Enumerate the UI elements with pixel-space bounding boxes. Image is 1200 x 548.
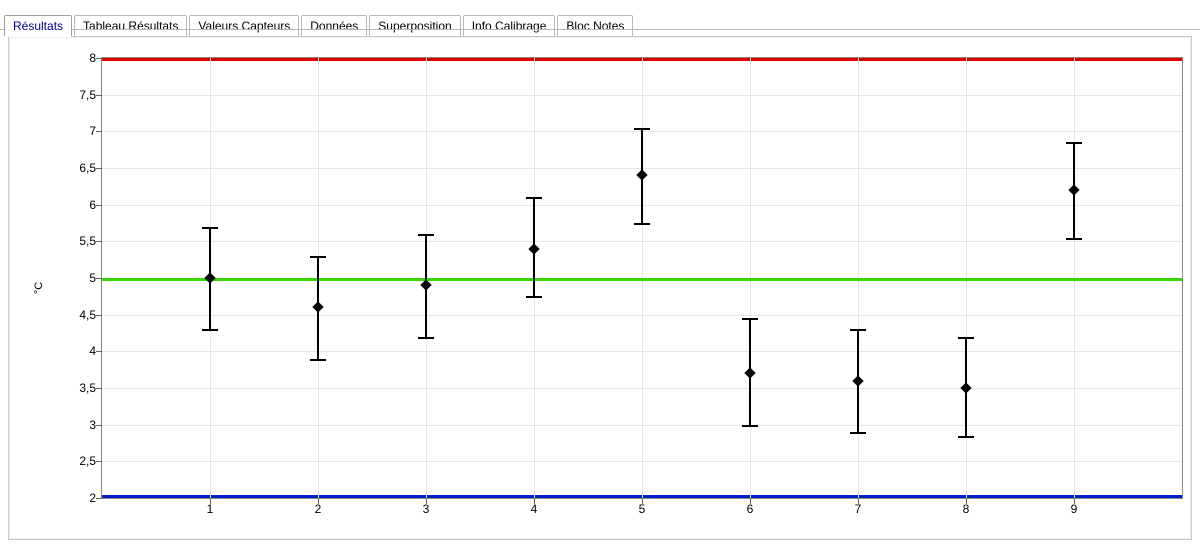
y-tick-label: 4,5 bbox=[79, 308, 102, 322]
y-tick-label: 2 bbox=[89, 491, 102, 505]
tab-tableau-résultats[interactable]: Tableau Résultats bbox=[74, 15, 187, 36]
tab-label: Superposition bbox=[378, 19, 451, 33]
y-tick-label: 5 bbox=[89, 271, 102, 285]
error-bar-cap-top bbox=[418, 234, 434, 236]
error-bar-cap-top bbox=[634, 128, 650, 130]
tab-label: Bloc Notes bbox=[566, 19, 624, 33]
point-marker bbox=[1068, 184, 1079, 195]
chart-panel: °C 22,533,544,555,566,577,58123456789 bbox=[8, 36, 1192, 540]
point-marker bbox=[420, 280, 431, 291]
data-point bbox=[318, 58, 319, 498]
tab-label: Données bbox=[310, 19, 358, 33]
error-bar-cap-bottom bbox=[418, 337, 434, 339]
data-point bbox=[534, 58, 535, 498]
data-point bbox=[210, 58, 211, 498]
error-bar-cap-bottom bbox=[526, 296, 542, 298]
y-tick-label: 7 bbox=[89, 124, 102, 138]
tab-info-calibrage[interactable]: Info Calibrage bbox=[463, 15, 556, 36]
error-bar-cap-bottom bbox=[1066, 238, 1082, 240]
tab-valeurs-capteurs[interactable]: Valeurs Capteurs bbox=[189, 15, 299, 36]
point-marker bbox=[312, 302, 323, 313]
point-marker bbox=[744, 368, 755, 379]
data-point bbox=[750, 58, 751, 498]
y-tick-label: 3 bbox=[89, 418, 102, 432]
plot-area: 22,533,544,555,566,577,58123456789 bbox=[101, 57, 1183, 499]
error-bar-cap-bottom bbox=[742, 425, 758, 427]
tab-résultats[interactable]: Résultats bbox=[4, 15, 72, 36]
error-bar-cap-top bbox=[850, 329, 866, 331]
x-tick-label: 2 bbox=[315, 498, 322, 516]
y-tick-label: 7,5 bbox=[79, 88, 102, 102]
error-bar-cap-bottom bbox=[634, 223, 650, 225]
y-axis-label: °C bbox=[33, 282, 45, 294]
tab-bloc-notes[interactable]: Bloc Notes bbox=[557, 15, 633, 36]
error-bar-cap-bottom bbox=[958, 436, 974, 438]
x-tick-label: 6 bbox=[747, 498, 754, 516]
x-tick-label: 8 bbox=[963, 498, 970, 516]
point-marker bbox=[852, 375, 863, 386]
x-tick-label: 4 bbox=[531, 498, 538, 516]
y-tick-label: 3,5 bbox=[79, 381, 102, 395]
point-marker bbox=[204, 272, 215, 283]
tab-label: Valeurs Capteurs bbox=[198, 19, 290, 33]
x-tick-label: 5 bbox=[639, 498, 646, 516]
data-point bbox=[966, 58, 967, 498]
error-bar-cap-top bbox=[742, 318, 758, 320]
data-point bbox=[858, 58, 859, 498]
error-bar-cap-top bbox=[1066, 142, 1082, 144]
tab-label: Tableau Résultats bbox=[83, 19, 178, 33]
y-tick-label: 6,5 bbox=[79, 161, 102, 175]
tab-baseline bbox=[0, 29, 1200, 30]
y-tick-label: 2,5 bbox=[79, 454, 102, 468]
tab-label: Résultats bbox=[13, 19, 63, 33]
point-marker bbox=[528, 243, 539, 254]
error-bar-cap-top bbox=[310, 256, 326, 258]
error-bar-cap-top bbox=[958, 337, 974, 339]
tab-superposition[interactable]: Superposition bbox=[369, 15, 460, 36]
error-bar-cap-bottom bbox=[850, 432, 866, 434]
y-tick-label: 8 bbox=[89, 51, 102, 65]
data-point bbox=[1074, 58, 1075, 498]
x-tick-label: 9 bbox=[1071, 498, 1078, 516]
x-tick-label: 3 bbox=[423, 498, 430, 516]
tab-label: Info Calibrage bbox=[472, 19, 547, 33]
error-bar-cap-bottom bbox=[202, 329, 218, 331]
tab-données[interactable]: Données bbox=[301, 15, 367, 36]
point-marker bbox=[960, 382, 971, 393]
data-point bbox=[642, 58, 643, 498]
y-tick-label: 6 bbox=[89, 198, 102, 212]
y-tick-label: 5,5 bbox=[79, 234, 102, 248]
data-point bbox=[426, 58, 427, 498]
y-tick-label: 4 bbox=[89, 344, 102, 358]
error-bar-cap-bottom bbox=[310, 359, 326, 361]
point-marker bbox=[636, 170, 647, 181]
error-bar-cap-top bbox=[202, 227, 218, 229]
x-tick-label: 1 bbox=[207, 498, 214, 516]
error-bar-cap-top bbox=[526, 197, 542, 199]
tab-bar: Résultats Tableau Résultats Valeurs Capteu… bbox=[0, 0, 1200, 36]
x-tick-label: 7 bbox=[855, 498, 862, 516]
